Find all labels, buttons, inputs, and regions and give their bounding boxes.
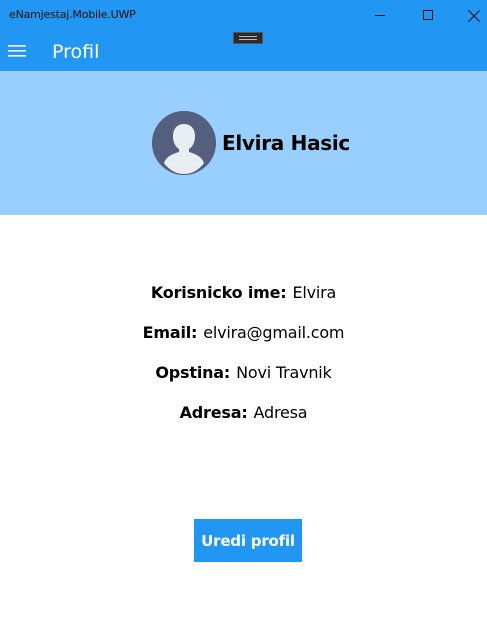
close-button[interactable] bbox=[451, 0, 487, 31]
opstina-value: Novi Travnik bbox=[236, 363, 332, 382]
opstina-row: Opstina: Novi Travnik bbox=[0, 363, 487, 387]
minimize-button[interactable] bbox=[357, 0, 403, 31]
menu-button[interactable] bbox=[8, 43, 28, 59]
email-value: elvira@gmail.com bbox=[203, 323, 345, 342]
avatar bbox=[152, 111, 216, 175]
close-icon bbox=[468, 9, 480, 22]
edit-profile-button[interactable]: Uredi profil bbox=[194, 519, 302, 562]
maximize-button[interactable] bbox=[405, 0, 451, 31]
username-label: Korisnicko ime: bbox=[150, 283, 287, 302]
page-title: Profil bbox=[52, 41, 100, 63]
adresa-value: Adresa bbox=[253, 403, 308, 422]
debug-toolbar[interactable] bbox=[233, 32, 263, 44]
app-window: eNamjestaj.Mobile.UWP Profil Elvira Hasi… bbox=[0, 0, 487, 621]
adresa-row: Adresa: Adresa bbox=[0, 403, 487, 427]
email-label: Email: bbox=[142, 323, 198, 342]
profile-header: Elvira Hasic bbox=[0, 71, 487, 215]
opstina-label: Opstina: bbox=[155, 363, 231, 382]
username-row: Korisnicko ime: Elvira bbox=[0, 283, 487, 307]
maximize-icon bbox=[422, 10, 433, 20]
hamburger-menu-icon bbox=[8, 45, 26, 57]
username-value: Elvira bbox=[292, 283, 337, 302]
adresa-label: Adresa: bbox=[179, 403, 248, 422]
user-silhouette-icon bbox=[152, 111, 216, 175]
minimize-icon bbox=[374, 15, 385, 16]
user-name: Elvira Hasic bbox=[222, 131, 350, 155]
title-bar: eNamjestaj.Mobile.UWP bbox=[0, 0, 487, 31]
email-row: Email: elvira@gmail.com bbox=[0, 323, 487, 347]
window-title: eNamjestaj.Mobile.UWP bbox=[9, 8, 136, 21]
app-bar: Profil bbox=[0, 31, 487, 71]
